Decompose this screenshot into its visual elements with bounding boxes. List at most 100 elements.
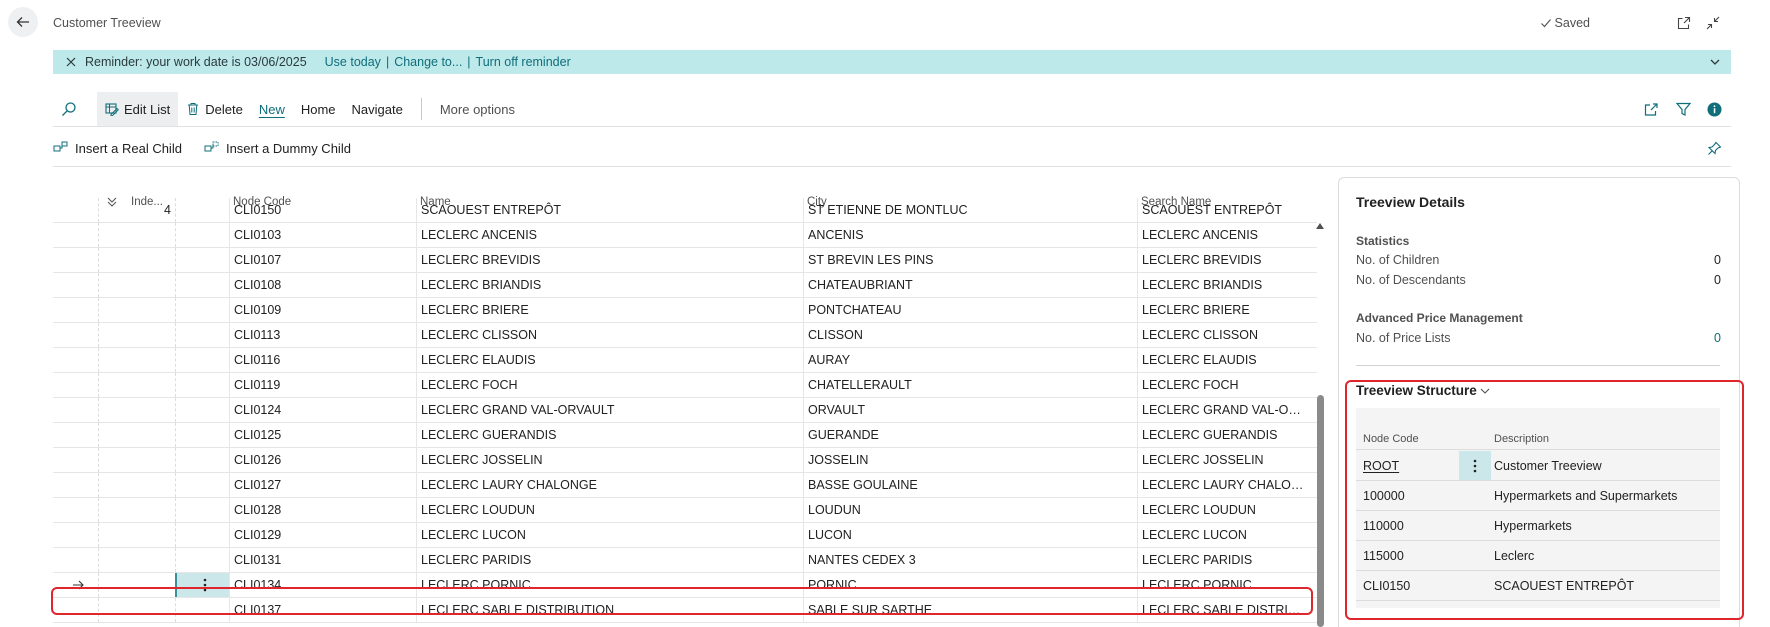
row-actions[interactable] [175, 598, 229, 622]
indentation-cell[interactable] [98, 298, 175, 322]
search-name-cell[interactable]: LECLERC LUCON [1137, 523, 1305, 547]
delete-button[interactable]: Delete [178, 92, 251, 126]
structure-node-code[interactable]: ROOT [1363, 451, 1399, 481]
table-row[interactable]: CLI0127 LECLERC LAURY CHALONGE BASSE GOULA… [53, 473, 1317, 498]
name-cell[interactable]: LECLERC ANCENIS [416, 223, 803, 247]
city-cell[interactable]: PONTCHATEAU [803, 298, 1137, 322]
name-cell[interactable]: LECLERC GRAND VAL-ORVAULT [416, 398, 803, 422]
row-indicator[interactable] [53, 548, 98, 572]
row-indicator[interactable] [53, 223, 98, 247]
row-actions[interactable] [175, 198, 229, 222]
node-code-cell[interactable]: CLI0129 [229, 523, 416, 547]
indentation-cell[interactable] [98, 548, 175, 572]
more-options-button[interactable]: More options [432, 92, 523, 126]
search-name-cell[interactable]: LECLERC ELAUDIS [1137, 348, 1305, 372]
grid-scrollbar[interactable] [1314, 222, 1326, 627]
city-cell[interactable]: LUCON [803, 523, 1137, 547]
row-indicator[interactable] [53, 398, 98, 422]
pin-icon[interactable] [1705, 139, 1723, 157]
name-cell[interactable]: LECLERC PORNIC [416, 573, 803, 597]
scrollbar-thumb[interactable] [1317, 395, 1324, 627]
indentation-cell[interactable] [98, 223, 175, 247]
new-button[interactable]: New [251, 92, 293, 126]
node-code-cell[interactable]: CLI0107 [229, 248, 416, 272]
city-cell[interactable]: GUERANDE [803, 423, 1137, 447]
row-indicator[interactable] [53, 423, 98, 447]
row-actions[interactable] [175, 448, 229, 472]
city-cell[interactable]: LOUDUN [803, 498, 1137, 522]
close-icon[interactable] [65, 56, 77, 68]
search-name-cell[interactable]: LECLERC ANCENIS [1137, 223, 1305, 247]
table-row[interactable]: CLI0131 LECLERC PARIDIS NANTES CEDEX 3 LECL… [53, 548, 1317, 573]
city-cell[interactable]: NANTES CEDEX 3 [803, 548, 1137, 572]
row-actions[interactable] [175, 498, 229, 522]
structure-node-code[interactable]: 115000 [1363, 541, 1404, 571]
indentation-cell[interactable] [98, 423, 175, 447]
navigate-menu[interactable]: Navigate [344, 92, 411, 126]
structure-row[interactable]: ROOT Customer Treeview [1356, 451, 1720, 481]
row-indicator[interactable] [53, 498, 98, 522]
indentation-cell[interactable] [98, 323, 175, 347]
row-actions[interactable] [175, 398, 229, 422]
search-name-cell[interactable]: LECLERC BRIANDIS [1137, 273, 1305, 297]
search-name-cell[interactable]: LECLERC CLISSON [1137, 323, 1305, 347]
city-cell[interactable]: ST BREVIN LES PINS [803, 248, 1137, 272]
name-cell[interactable]: LECLERC PARIDIS [416, 548, 803, 572]
back-button[interactable] [8, 7, 38, 37]
node-code-cell[interactable]: CLI0150 [229, 198, 416, 222]
table-row[interactable]: CLI0119 LECLERC FOCH CHATELLERAULT LECLERC … [53, 373, 1317, 398]
city-cell[interactable]: SABLE SUR SARTHE [803, 598, 1137, 622]
name-cell[interactable]: LECLERC BREVIDIS [416, 248, 803, 272]
search-name-cell[interactable]: LECLERC PORNIC [1137, 573, 1305, 597]
search-name-cell[interactable]: LECLERC SABLE DISTRIBUTI... [1137, 598, 1305, 622]
structure-node-code[interactable]: 100000 [1363, 481, 1405, 511]
row-actions[interactable] [175, 273, 229, 297]
node-code-cell[interactable]: CLI0119 [229, 373, 416, 397]
name-cell[interactable]: LECLERC JOSSELIN [416, 448, 803, 472]
row-actions[interactable] [175, 323, 229, 347]
table-row[interactable]: CLI0125 LECLERC GUERANDIS GUERANDE LECLERC … [53, 423, 1317, 448]
table-row[interactable]: CLI0107 LECLERC BREVIDIS ST BREVIN LES PIN… [53, 248, 1317, 273]
search-name-cell[interactable]: LECLERC BRIERE [1137, 298, 1305, 322]
structure-row[interactable]: 110000 Hypermarkets [1356, 511, 1720, 541]
node-code-cell[interactable]: CLI0108 [229, 273, 416, 297]
search-name-cell[interactable]: LECLERC JOSSELIN [1137, 448, 1305, 472]
indentation-cell[interactable] [98, 248, 175, 272]
name-cell[interactable]: LECLERC BRIANDIS [416, 273, 803, 297]
row-actions[interactable] [175, 223, 229, 247]
table-row[interactable]: 4 CLI0150 SCAOUEST ENTREPÔT ST ETIENNE DE M… [53, 198, 1317, 223]
city-cell[interactable]: PORNIC [803, 573, 1137, 597]
indentation-cell[interactable] [98, 448, 175, 472]
row-actions[interactable] [175, 348, 229, 372]
row-indicator[interactable] [53, 198, 98, 222]
table-row[interactable]: CLI0108 LECLERC BRIANDIS CHATEAUBRIANT LECL… [53, 273, 1317, 298]
search-name-cell[interactable]: LECLERC LOUDUN [1137, 498, 1305, 522]
table-row[interactable]: CLI0126 LECLERC JOSSELIN JOSSELIN LECLERC J… [53, 448, 1317, 473]
indentation-cell[interactable] [98, 473, 175, 497]
scroll-up-icon[interactable] [1315, 222, 1325, 230]
node-code-cell[interactable]: CLI0109 [229, 298, 416, 322]
info-icon[interactable] [1705, 100, 1723, 118]
indentation-cell[interactable]: 4 [98, 198, 175, 222]
city-cell[interactable]: AURAY [803, 348, 1137, 372]
name-cell[interactable]: LECLERC LAURY CHALONGE [416, 473, 803, 497]
indentation-cell[interactable] [98, 523, 175, 547]
node-code-cell[interactable]: CLI0124 [229, 398, 416, 422]
row-indicator[interactable] [53, 573, 98, 597]
city-cell[interactable]: ANCENIS [803, 223, 1137, 247]
table-row[interactable]: CLI0124 LECLERC GRAND VAL-ORVAULT ORVAULT L… [53, 398, 1317, 423]
share-icon[interactable] [1642, 100, 1660, 118]
city-cell[interactable]: JOSSELIN [803, 448, 1137, 472]
indentation-cell[interactable] [98, 598, 175, 622]
edit-list-button[interactable]: Edit List [97, 92, 179, 126]
table-row[interactable]: CLI0109 LECLERC BRIERE PONTCHATEAU LECLERC … [53, 298, 1317, 323]
city-cell[interactable]: BASSE GOULAINE [803, 473, 1137, 497]
name-cell[interactable]: LECLERC FOCH [416, 373, 803, 397]
row-indicator[interactable] [53, 373, 98, 397]
insert-dummy-child-button[interactable]: Insert a Dummy Child [204, 141, 351, 156]
node-code-cell[interactable]: CLI0131 [229, 548, 416, 572]
table-row[interactable]: CLI0113 LECLERC CLISSON CLISSON LECLERC CLI… [53, 323, 1317, 348]
city-cell[interactable]: CHATELLERAULT [803, 373, 1137, 397]
node-code-cell[interactable]: CLI0103 [229, 223, 416, 247]
row-indicator[interactable] [53, 298, 98, 322]
